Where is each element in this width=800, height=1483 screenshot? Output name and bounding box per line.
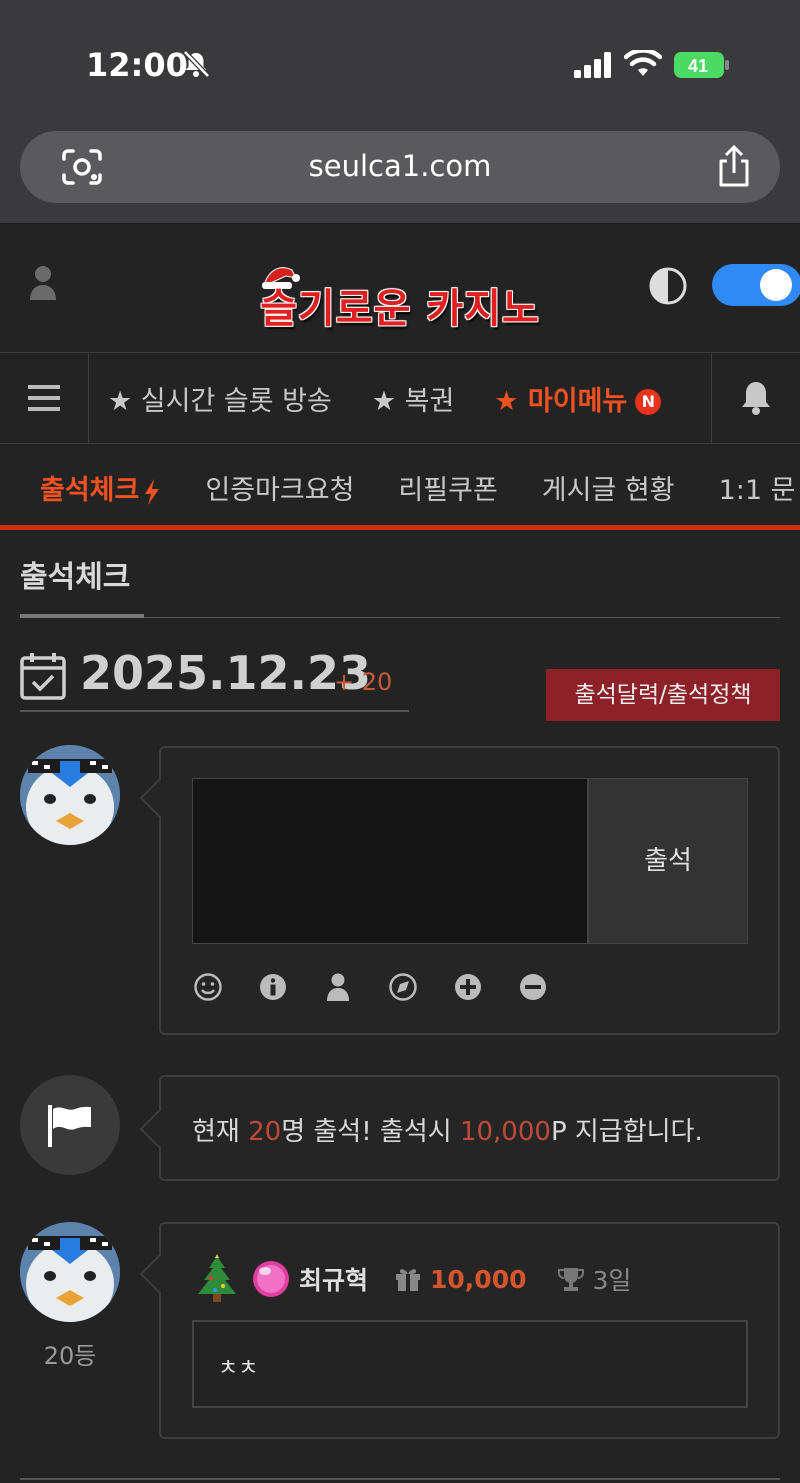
page-title: 출석체크	[20, 560, 131, 595]
user-icon[interactable]	[323, 972, 353, 1002]
toggle-knob	[760, 269, 792, 301]
calendar-check-icon	[20, 653, 66, 700]
url-bar[interactable]: seulca1.com	[20, 131, 780, 203]
entry-days: 3일	[592, 1266, 632, 1295]
bubble-tail	[139, 778, 161, 818]
theme-toggle[interactable]	[712, 264, 800, 306]
entry-points: 10,000	[430, 1264, 527, 1294]
url-text[interactable]: seulca1.com	[20, 149, 780, 183]
notice-count: 20	[248, 1117, 282, 1147]
editor-toolbar	[193, 972, 548, 1002]
smile-icon[interactable]	[193, 972, 223, 1002]
tab-one-on-one[interactable]: 1:1 문	[719, 468, 796, 507]
hamburger-icon	[28, 385, 60, 411]
attendance-form: 출석	[139, 746, 780, 1035]
wifi-icon	[624, 50, 662, 76]
level-orb-icon	[253, 1261, 289, 1297]
notice-suffix: P 지급합니다.	[550, 1117, 703, 1147]
hamburger-menu-button[interactable]	[0, 353, 89, 443]
notice-avatar	[20, 1075, 120, 1175]
gift-icon	[396, 1269, 421, 1291]
bell-icon	[742, 382, 770, 415]
attendance-count: + 20	[334, 668, 393, 696]
notice-middle: 명 출석! 출석시	[281, 1117, 460, 1147]
date-underline	[20, 710, 409, 712]
notice-text: 현재 20명 출석! 출석시 10,000P 지급합니다.	[192, 1111, 703, 1148]
tab-cert-request[interactable]: 인증마크요청	[205, 468, 354, 507]
attendance-date: 2025.12.23	[80, 646, 372, 700]
nav-item-live-slot[interactable]: ★ 실시간 슬롯 방송	[108, 379, 332, 418]
plus-circle-icon[interactable]	[453, 972, 483, 1002]
battery-icon: 41	[674, 51, 730, 79]
nav-items: ★ 실시간 슬롯 방송 ★ 복권 ★ 마이메뉴 N	[90, 353, 710, 443]
tab-attendance[interactable]: 출석체크	[40, 468, 161, 507]
notice-points: 10,000	[459, 1117, 551, 1147]
compass-icon[interactable]	[388, 972, 418, 1002]
avatar	[20, 1222, 120, 1322]
nav-item-lottery[interactable]: ★ 복권	[372, 379, 454, 418]
status-time: 12:00	[86, 46, 188, 84]
entry-comment-box: ㅊㅊ	[192, 1320, 748, 1408]
new-badge: N	[635, 389, 662, 415]
sub-tabs: 출석체크 인증마크요청 리필쿠폰 게시글 현황 1:1 문	[0, 444, 800, 530]
share-icon[interactable]	[716, 145, 752, 189]
nav-item-my-menu[interactable]: ★ 마이메뉴 N	[494, 379, 662, 418]
title-underline	[20, 614, 144, 618]
avatar	[20, 745, 120, 845]
signal-icon	[574, 52, 611, 78]
user-icon[interactable]	[28, 264, 58, 300]
bell-off-icon	[183, 50, 210, 78]
christmas-tree-icon	[198, 1254, 236, 1302]
info-icon[interactable]	[258, 972, 288, 1002]
tab-post-status[interactable]: 게시글 현황	[542, 468, 675, 507]
attendance-message-input[interactable]	[192, 778, 588, 944]
bottom-divider	[20, 1478, 780, 1480]
entry-meta: 최규혁 10,000 3일	[191, 1254, 631, 1304]
attendance-entry: 최규혁 10,000 3일 ㅊㅊ	[139, 1222, 780, 1439]
notice-prefix: 현재	[192, 1117, 249, 1147]
notice-box: 현재 20명 출석! 출석시 10,000P 지급합니다.	[139, 1075, 780, 1181]
attendance-submit-button[interactable]: 출석	[588, 778, 748, 944]
bubble-tail	[139, 1109, 161, 1149]
browser-chrome: 12:00 41 seulca1.com	[0, 0, 800, 224]
main-nav: ★ 실시간 슬롯 방송 ★ 복권 ★ 마이메뉴 N	[0, 352, 800, 444]
minus-circle-icon[interactable]	[518, 972, 548, 1002]
entry-user-name[interactable]: 최규혁	[299, 1261, 368, 1297]
logo-text: 슬기로운 카지노	[260, 286, 540, 332]
flag-icon	[48, 1105, 91, 1147]
bolt-icon	[145, 478, 160, 505]
attendance-policy-button[interactable]: 출석달력/출석정책	[546, 669, 780, 721]
notification-button[interactable]	[711, 353, 800, 443]
trophy-icon	[557, 1268, 584, 1291]
entry-comment: ㅊㅊ	[218, 1356, 259, 1381]
contrast-icon[interactable]	[648, 266, 688, 306]
tab-attendance-label: 출석체크	[40, 475, 140, 506]
site-header: 슬기로운 카지노	[0, 224, 800, 352]
battery-level: 41	[688, 56, 708, 76]
nav-item-my-menu-label: ★ 마이메뉴	[494, 385, 628, 417]
site-logo[interactable]: 슬기로운 카지노	[250, 252, 550, 332]
entry-rank: 20등	[43, 1342, 97, 1370]
bubble-tail	[139, 1254, 161, 1294]
tab-refill-coupon[interactable]: 리필쿠폰	[398, 468, 497, 507]
